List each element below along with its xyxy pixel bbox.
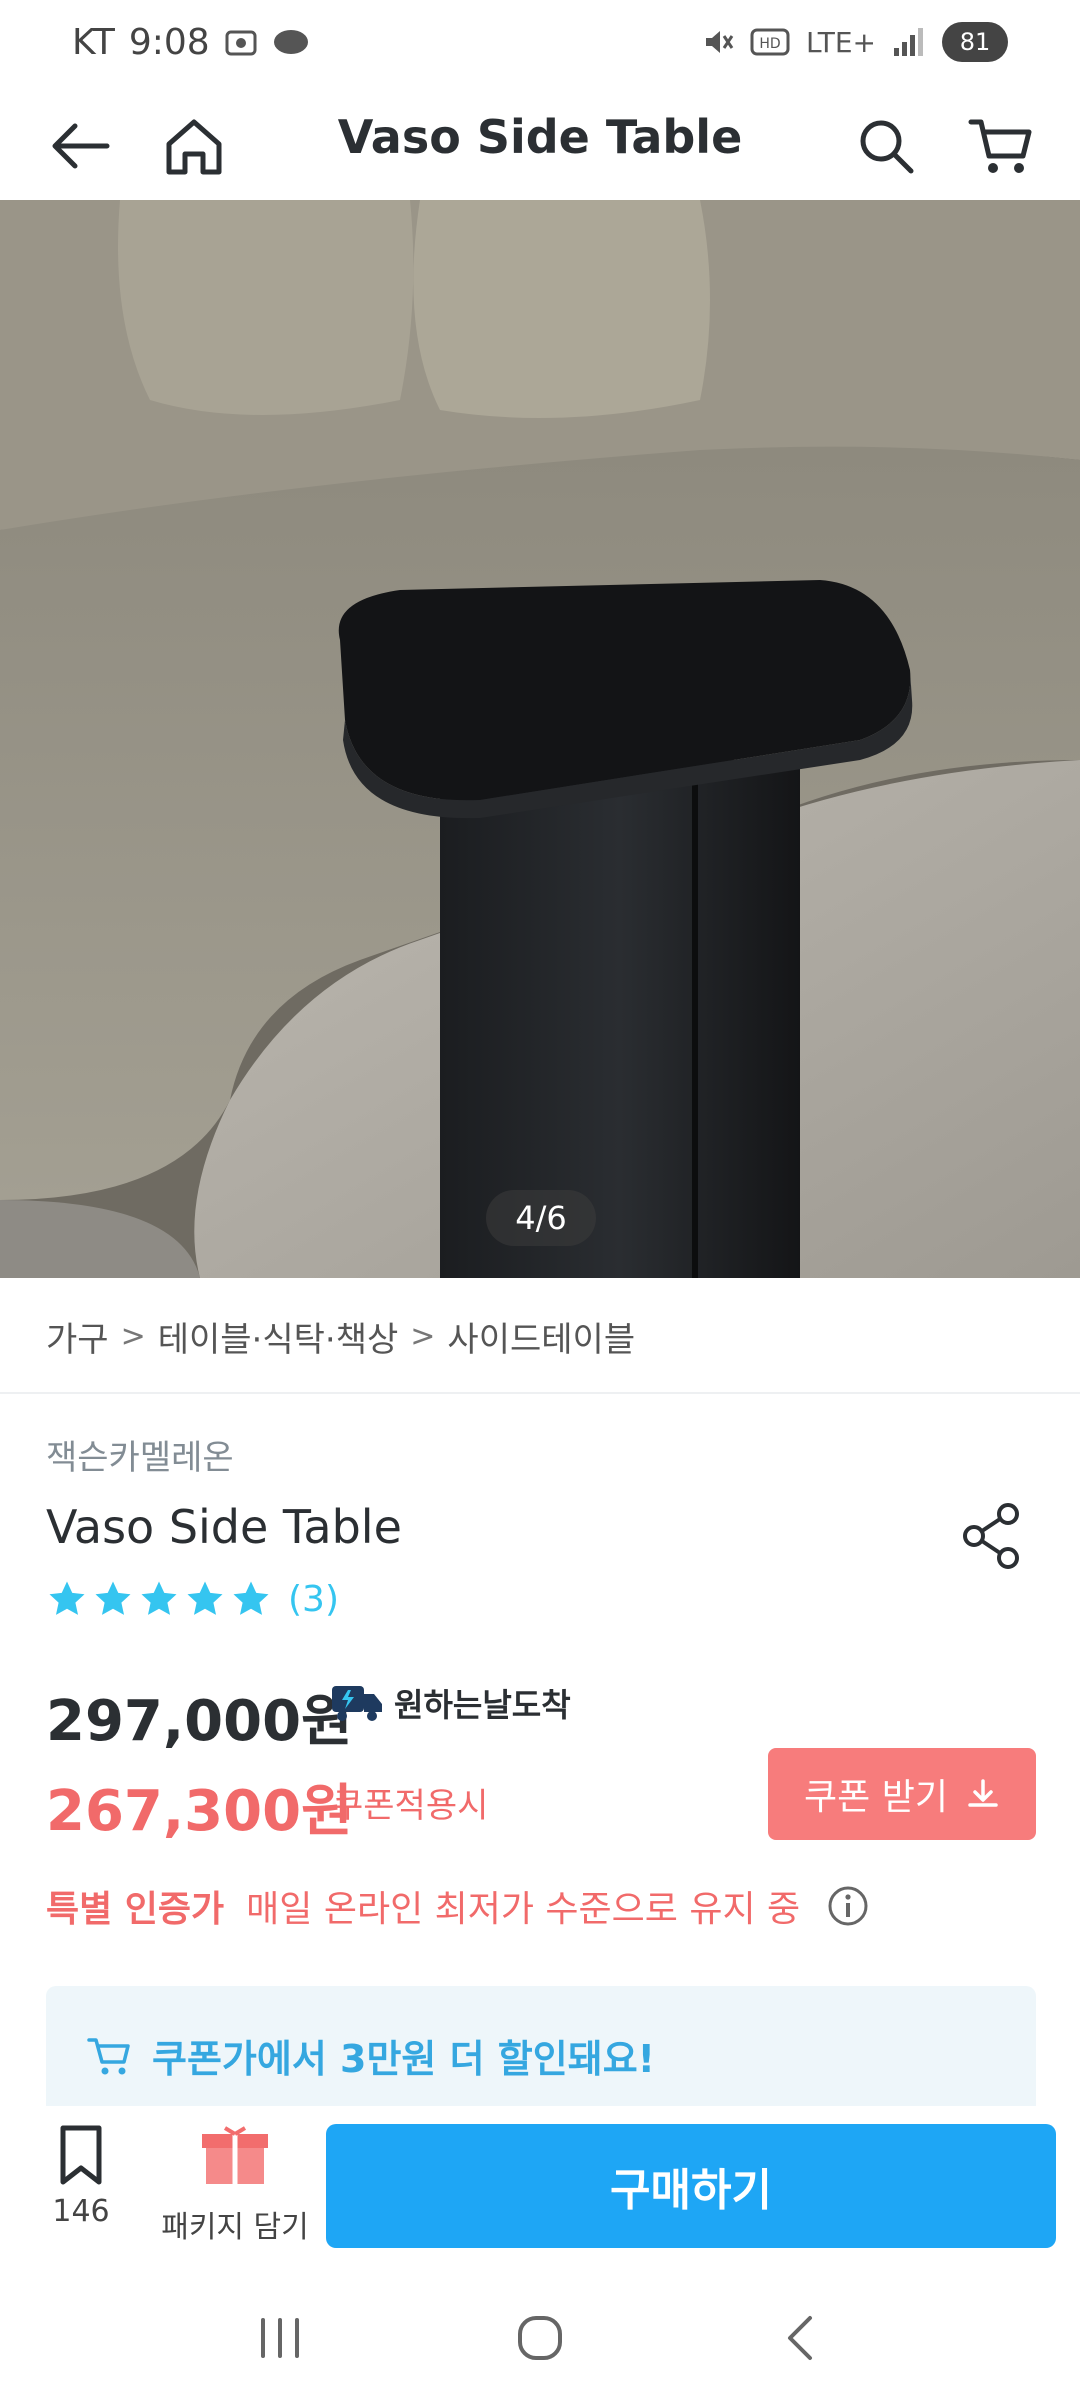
bookmark-count: 146 <box>52 2194 110 2229</box>
brand-name[interactable]: 잭슨카멜레온 <box>46 1430 234 1479</box>
download-icon <box>968 1779 998 1807</box>
signal-icon <box>894 28 923 56</box>
mute-icon <box>706 31 734 53</box>
search-icon <box>860 120 914 174</box>
svg-text:HD: HD <box>759 36 780 52</box>
home-nav-button[interactable] <box>500 2298 580 2378</box>
home-circle-icon <box>518 2316 562 2360</box>
delivery-label: 원하는날도착 <box>394 1686 571 1724</box>
recent-apps-button[interactable] <box>240 2298 320 2378</box>
special-text: 매일 온라인 최저가 수준으로 유지 중 <box>246 1889 801 1930</box>
product-name: Vaso Side Table <box>46 1500 402 1554</box>
section-divider <box>0 1392 1080 1394</box>
status-left: KT 9:08 <box>72 22 310 63</box>
recent-apps-icon <box>261 2318 299 2358</box>
app-header: Vaso Side Table <box>0 90 1080 200</box>
star-icon <box>141 1581 177 1615</box>
rating[interactable]: (3) <box>46 1578 339 1620</box>
star-icon <box>49 1581 85 1615</box>
screenshot-icon <box>225 30 257 55</box>
status-right: HD LTE+ 81 <box>702 22 1008 62</box>
coupon-button-label: 쿠폰 받기 <box>804 1777 948 1818</box>
chevron-right-icon: > <box>120 1318 146 1354</box>
bottom-action-bar: 146 패키지 담기 구매하기 <box>0 2106 1080 2276</box>
buy-button[interactable]: 구매하기 <box>326 2124 1056 2248</box>
chat-bubble-icon <box>273 29 308 54</box>
cart-icon <box>87 2037 130 2074</box>
bookmark-button[interactable]: 146 <box>46 2124 116 2229</box>
package-box-icon <box>202 2126 268 2184</box>
product-photo <box>0 200 1080 1278</box>
promo-title: 쿠폰가에서 3만원 더 할인돼요! <box>152 2037 655 2081</box>
package-button[interactable]: 패키지 담기 <box>160 2126 310 2246</box>
breadcrumb-item[interactable]: 가구 <box>46 1312 109 1361</box>
breadcrumb-item[interactable]: 사이드테이블 <box>447 1312 635 1361</box>
star-icon <box>187 1581 223 1615</box>
share-icon <box>963 1503 1019 1569</box>
cart-icon <box>968 119 1032 173</box>
breadcrumb-item[interactable]: 테이블·식탁·책상 <box>158 1312 399 1361</box>
original-price: 297,000원 <box>46 1689 353 1754</box>
star-icon <box>95 1581 131 1615</box>
sale-price: 267,300원 <box>46 1779 353 1844</box>
search-button[interactable] <box>848 108 924 184</box>
back-nav-button[interactable] <box>760 2298 840 2378</box>
product-image-carousel[interactable]: 4/6 <box>0 200 1080 1278</box>
back-chevron-icon <box>788 2316 812 2360</box>
special-label: 특별 인증가 <box>46 1889 225 1930</box>
bookmark-icon <box>60 2125 102 2185</box>
network-label: LTE+ <box>806 25 876 59</box>
share-button[interactable] <box>956 1500 1028 1572</box>
special-price-note: 특별 인증가 매일 온라인 최저가 수준으로 유지 중 <box>46 1880 870 1932</box>
cart-button[interactable] <box>962 108 1038 184</box>
hd-icon: HD <box>750 28 790 56</box>
carrier-label: KT <box>72 22 115 63</box>
system-nav-bar <box>0 2276 1080 2400</box>
promo-title-row: 쿠폰가에서 3만원 더 할인돼요! <box>86 2028 655 2083</box>
delivery-badge: 원하는날도착 <box>330 1680 571 1726</box>
delivery-truck-icon <box>332 1686 382 1721</box>
battery-level: 81 <box>959 28 991 56</box>
clock: 9:08 <box>128 22 210 63</box>
coupon-download-button[interactable]: 쿠폰 받기 <box>768 1748 1036 1840</box>
sale-note: 쿠폰적용시 <box>332 1786 489 1826</box>
review-count[interactable]: (3) <box>288 1579 339 1620</box>
status-bar: KT 9:08 HD LTE+ 81 <box>0 0 1080 90</box>
info-icon[interactable] <box>826 1884 870 1928</box>
package-label: 패키지 담기 <box>161 2210 309 2245</box>
breadcrumb: 가구 > 테이블·식탁·책상 > 사이드테이블 <box>46 1306 635 1366</box>
battery-indicator: 81 <box>942 22 1008 62</box>
chevron-right-icon: > <box>410 1318 436 1354</box>
image-counter: 4/6 <box>486 1190 596 1246</box>
star-icon <box>233 1581 269 1615</box>
